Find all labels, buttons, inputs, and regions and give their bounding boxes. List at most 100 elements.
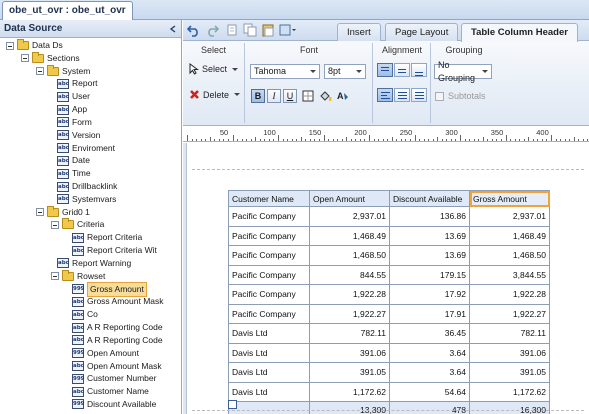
tree-item[interactable]: abc Co bbox=[72, 308, 98, 321]
tree-item[interactable]: 999 Gross Amount bbox=[72, 281, 147, 297]
align-top-button[interactable] bbox=[377, 63, 393, 77]
table-cell[interactable]: Davis Ltd bbox=[228, 381, 310, 402]
tree-item[interactable]: Sections bbox=[21, 51, 80, 65]
table-cell[interactable]: 391.05 bbox=[309, 362, 390, 383]
tree-item[interactable]: 999 Discount Available bbox=[72, 398, 156, 411]
table-cell[interactable]: 36.45 bbox=[389, 323, 470, 344]
tree-item[interactable]: abc Report bbox=[57, 77, 98, 90]
redo-icon[interactable] bbox=[205, 23, 220, 37]
tree-item[interactable]: abc Time bbox=[57, 167, 91, 180]
tree-item[interactable]: abc Customer Name bbox=[72, 385, 149, 398]
total-cell[interactable]: 478 bbox=[389, 401, 470, 414]
select-button[interactable]: Select bbox=[189, 63, 239, 75]
tree-item[interactable]: Data Ds bbox=[6, 39, 63, 52]
tree-item[interactable]: abc Enviroment bbox=[57, 142, 115, 155]
tree-item[interactable]: abc Open Amount Mask bbox=[72, 360, 162, 373]
table-cell[interactable]: 1,468.50 bbox=[469, 245, 550, 266]
tree-item[interactable]: abc Report Warning bbox=[57, 257, 131, 270]
subtotals-checkbox[interactable]: Subtotals bbox=[435, 91, 486, 101]
tree-item[interactable]: abc A R Reporting Code bbox=[72, 321, 163, 334]
table-cell[interactable]: Pacific Company bbox=[228, 245, 310, 266]
table-cell[interactable]: 391.06 bbox=[469, 342, 550, 363]
tree-item[interactable]: abc App bbox=[57, 103, 87, 116]
undo-icon[interactable] bbox=[186, 23, 201, 37]
collapse-toggle-icon[interactable] bbox=[51, 272, 59, 281]
tree-item[interactable]: abc Report Criteria bbox=[72, 231, 142, 244]
tree-item[interactable]: abc Drillbacklink bbox=[57, 180, 117, 193]
total-cell[interactable] bbox=[228, 401, 310, 414]
tree-item[interactable]: abc Date bbox=[57, 154, 90, 167]
align-middle-button[interactable] bbox=[394, 63, 410, 77]
table-resize-handle[interactable] bbox=[228, 400, 237, 409]
fill-color-icon[interactable] bbox=[319, 90, 335, 102]
delete-button[interactable]: Delete bbox=[189, 89, 241, 100]
tab-page-layout[interactable]: Page Layout bbox=[385, 23, 459, 41]
column-header-discount-available[interactable]: Discount Available bbox=[389, 190, 470, 207]
table-cell[interactable]: 13.69 bbox=[389, 225, 470, 246]
cut-icon[interactable] bbox=[225, 23, 239, 37]
copy-icon[interactable] bbox=[243, 23, 257, 37]
align-bottom-button[interactable] bbox=[411, 63, 427, 77]
table-cell[interactable]: 17.92 bbox=[389, 284, 470, 305]
column-header-open-amount[interactable]: Open Amount bbox=[309, 190, 390, 207]
table-cell[interactable]: 2,937.01 bbox=[309, 206, 390, 227]
tab-insert[interactable]: Insert bbox=[337, 23, 381, 41]
customize-toolbar-icon[interactable] bbox=[279, 23, 297, 37]
font-name-select[interactable]: Tahoma bbox=[250, 64, 320, 79]
border-icon[interactable] bbox=[302, 90, 317, 102]
table-cell[interactable]: 3.64 bbox=[389, 342, 470, 363]
table-cell[interactable]: 179.15 bbox=[389, 264, 470, 285]
collapse-toggle-icon[interactable] bbox=[21, 54, 29, 63]
column-header-customer-name[interactable]: Customer Name bbox=[228, 190, 310, 207]
table-cell[interactable]: 844.55 bbox=[309, 264, 390, 285]
italic-button[interactable]: I bbox=[267, 89, 281, 103]
table-cell[interactable]: 1,468.49 bbox=[309, 225, 390, 246]
tree-item[interactable]: abc Form bbox=[57, 116, 92, 129]
tree-item[interactable]: Grid0 1 bbox=[36, 205, 90, 219]
grouping-select[interactable]: No Grouping bbox=[434, 60, 492, 83]
tree-item[interactable]: System bbox=[36, 64, 90, 78]
table-cell[interactable]: Pacific Company bbox=[228, 225, 310, 246]
document-tab[interactable]: obe_ut_ovr : obe_ut_ovr bbox=[2, 1, 133, 20]
table-cell[interactable]: 136.86 bbox=[389, 206, 470, 227]
table-cell[interactable]: 1,172.62 bbox=[309, 381, 390, 402]
font-color-icon[interactable]: A bbox=[337, 90, 354, 102]
paste-icon[interactable] bbox=[261, 23, 275, 37]
table-cell[interactable]: 1,922.28 bbox=[309, 284, 390, 305]
tree-item[interactable]: 999 Open Amount bbox=[72, 347, 139, 360]
collapse-toggle-icon[interactable] bbox=[36, 208, 44, 217]
tree-item[interactable]: abc User bbox=[57, 90, 90, 103]
table-cell[interactable]: 391.05 bbox=[469, 362, 550, 383]
table-cell[interactable]: 54.64 bbox=[389, 381, 470, 402]
table-cell[interactable]: Pacific Company bbox=[228, 284, 310, 305]
tree-item[interactable]: abc Report Criteria Wit bbox=[72, 244, 157, 257]
tree-item[interactable]: 999 Customer Number bbox=[72, 372, 156, 385]
table-cell[interactable]: 13.69 bbox=[389, 245, 470, 266]
align-left-button[interactable] bbox=[377, 88, 393, 102]
table-cell[interactable]: 1,172.62 bbox=[469, 381, 550, 402]
column-header-gross-amount[interactable]: Gross Amount bbox=[469, 190, 550, 207]
table-cell[interactable]: Pacific Company bbox=[228, 264, 310, 285]
tree-item[interactable]: abc Systemvars bbox=[57, 193, 116, 206]
table-cell[interactable]: Davis Ltd bbox=[228, 323, 310, 344]
table-cell[interactable]: 1,922.28 bbox=[469, 284, 550, 305]
table-cell[interactable]: 1,922.27 bbox=[309, 303, 390, 324]
font-size-select[interactable]: 8pt bbox=[324, 64, 366, 79]
tab-table-column-header[interactable]: Table Column Header bbox=[461, 23, 578, 42]
table-cell[interactable]: 391.06 bbox=[309, 342, 390, 363]
table-cell[interactable]: Davis Ltd bbox=[228, 342, 310, 363]
table-cell[interactable]: Davis Ltd bbox=[228, 362, 310, 383]
total-cell[interactable]: 16,300 bbox=[469, 401, 550, 414]
collapse-toggle-icon[interactable] bbox=[51, 220, 59, 229]
collapse-toggle-icon[interactable] bbox=[36, 67, 44, 76]
align-center-button[interactable] bbox=[394, 88, 410, 102]
tree-item[interactable]: abc Gross Amount Mask bbox=[72, 295, 164, 308]
table-cell[interactable]: 1,468.50 bbox=[309, 245, 390, 266]
table-cell[interactable]: 1,468.49 bbox=[469, 225, 550, 246]
collapse-panel-icon[interactable] bbox=[169, 25, 177, 33]
table-cell[interactable]: 782.11 bbox=[469, 323, 550, 344]
total-cell[interactable]: 13,300 bbox=[309, 401, 390, 414]
table-cell[interactable]: Pacific Company bbox=[228, 303, 310, 324]
collapse-toggle-icon[interactable] bbox=[6, 41, 14, 50]
table-cell[interactable]: 17.91 bbox=[389, 303, 470, 324]
